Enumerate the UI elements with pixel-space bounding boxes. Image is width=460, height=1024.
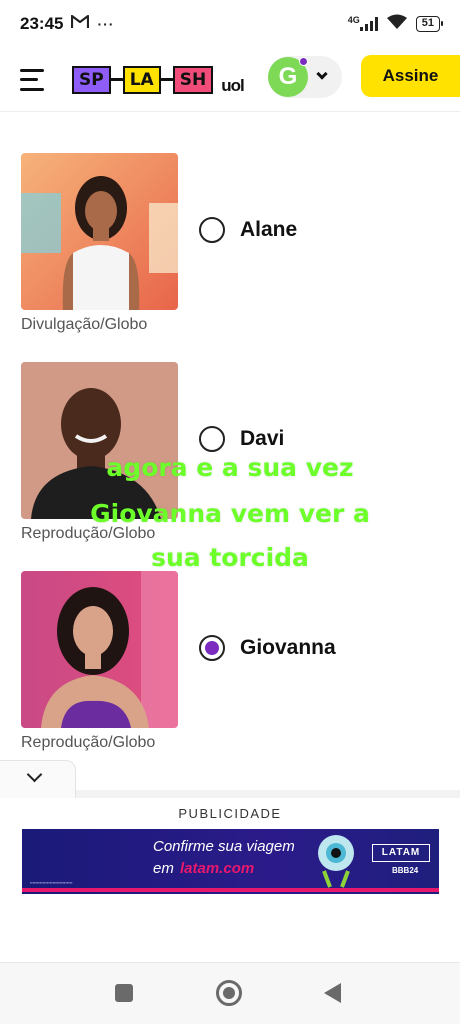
splash-uol-logo[interactable]: SP LA SH uol bbox=[72, 65, 245, 95]
account-menu[interactable]: G bbox=[268, 56, 342, 98]
bbb-eye-mascot-icon bbox=[314, 833, 358, 889]
ad-fine-print: ▪▪▪▪▪▪▪▪▪▪▪▪▪▪▪▪▪▪▪▪▪▪▪▪▪▪▪▪▪▪ bbox=[30, 880, 73, 885]
candidate-photo-giovanna bbox=[21, 571, 178, 728]
poll-option[interactable]: Divulgação/Globo Alane bbox=[0, 153, 460, 353]
option-name[interactable]: Alane bbox=[240, 217, 297, 243]
radio-button-selected[interactable] bbox=[199, 635, 225, 661]
poll-option[interactable]: Reprodução/Globo Giovanna bbox=[0, 571, 460, 771]
back-icon[interactable] bbox=[324, 983, 341, 1003]
radio-button[interactable] bbox=[199, 217, 225, 243]
candidate-photo-davi bbox=[21, 362, 178, 519]
overlay-caption-line: agora e a sua vez bbox=[106, 453, 354, 482]
gmail-icon bbox=[71, 14, 90, 34]
ad-label: PUBLICIDADE bbox=[178, 806, 282, 821]
chevron-down-icon[interactable] bbox=[316, 68, 328, 80]
logo-block-sh: SH bbox=[172, 65, 214, 94]
status-right: 4G 51 bbox=[347, 14, 444, 35]
status-bar: 23:45 ··· 4G 51 bbox=[0, 0, 460, 48]
ad-stripe bbox=[22, 888, 439, 892]
overlay-caption-line: sua torcida bbox=[151, 543, 309, 572]
logo-connector bbox=[110, 78, 123, 81]
chevron-down-icon bbox=[26, 766, 43, 783]
logo-connector bbox=[160, 78, 173, 81]
recent-apps-icon[interactable] bbox=[115, 984, 133, 1002]
option-name[interactable]: Giovanna bbox=[240, 635, 336, 661]
avatar[interactable]: G bbox=[268, 57, 308, 97]
photo-credit: Reprodução/Globo bbox=[21, 734, 156, 751]
ad-banner[interactable]: ▪▪▪▪▪▪▪▪▪▪▪▪▪▪▪▪▪▪▪▪▪▪▪▪▪▪▪▪▪▪ Confirme … bbox=[22, 829, 439, 894]
logo-uol: uol bbox=[221, 75, 244, 95]
home-icon[interactable] bbox=[216, 980, 242, 1006]
candidate-photo-alane bbox=[21, 153, 178, 310]
logo-block-la: LA bbox=[122, 65, 161, 94]
photo-credit: Divulgação/Globo bbox=[21, 316, 148, 333]
option-name[interactable]: Davi bbox=[240, 426, 284, 452]
logo-block-sp: SP bbox=[72, 65, 111, 94]
latam-logo: LATAM bbox=[372, 844, 430, 862]
battery-indicator: 51 bbox=[415, 16, 444, 32]
subscribe-button[interactable]: Assine bbox=[361, 55, 460, 97]
network-type-label: 4G bbox=[347, 15, 360, 25]
hamburger-menu-icon[interactable] bbox=[20, 68, 50, 91]
status-left: 23:45 ··· bbox=[20, 14, 114, 34]
notification-dot bbox=[299, 57, 308, 66]
bbb24-logo: BBB24 bbox=[392, 866, 419, 875]
avatar-initial: G bbox=[278, 63, 298, 90]
collapse-ad-button[interactable] bbox=[0, 760, 76, 798]
cellular-signal-icon: 4G bbox=[347, 15, 378, 31]
app-header: SP LA SH uol G Assine bbox=[0, 48, 460, 112]
system-nav-bar bbox=[0, 962, 460, 1024]
ad-headline: Confirme sua viagem bbox=[153, 838, 295, 855]
ad-subline-link: latam.com bbox=[180, 860, 255, 877]
wifi-icon bbox=[386, 14, 408, 35]
ad-subline-prefix: em bbox=[153, 860, 174, 877]
more-dots-icon: ··· bbox=[97, 16, 115, 32]
status-time: 23:45 bbox=[20, 14, 64, 33]
overlay-caption-line: Giovanna vem ver a bbox=[90, 499, 370, 528]
radio-button[interactable] bbox=[199, 426, 225, 452]
